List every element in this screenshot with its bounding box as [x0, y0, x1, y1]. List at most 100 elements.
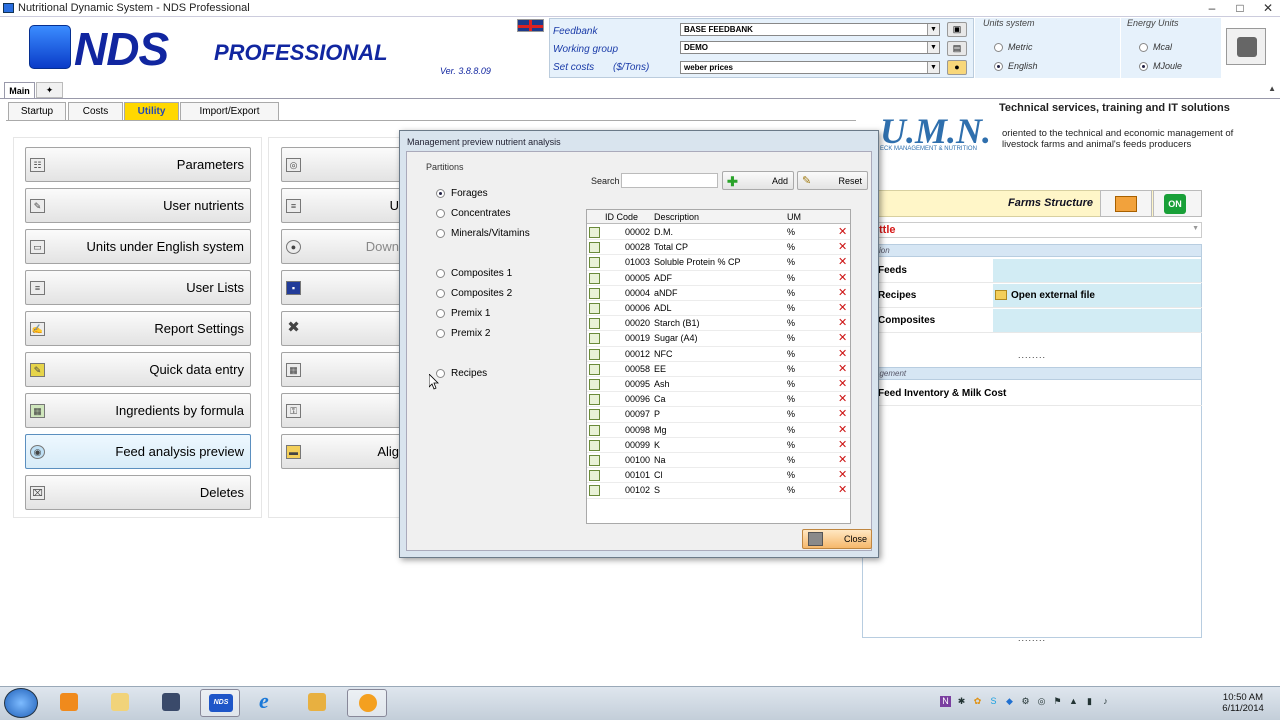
- active-app-button[interactable]: [347, 689, 387, 717]
- minimize-button[interactable]: –: [1204, 1, 1220, 15]
- feedbank-button[interactable]: ▣: [947, 22, 967, 37]
- sync-tray-icon[interactable]: ◎: [1036, 696, 1047, 707]
- set-costs-button[interactable]: ●: [947, 60, 967, 75]
- expand-dots-2[interactable]: ........: [862, 633, 1202, 643]
- edit-row-icon[interactable]: [589, 379, 600, 390]
- mid-button-2[interactable]: ≡ U: [281, 188, 406, 223]
- edit-row-icon[interactable]: [589, 485, 600, 497]
- grid-row[interactable]: 00097 P% ✕: [587, 407, 850, 423]
- search-input[interactable]: [621, 173, 718, 188]
- grid-row[interactable]: 01003 Soluble Protein % CP% ✕: [587, 255, 850, 271]
- mid-button-6[interactable]: ▦: [281, 352, 406, 387]
- mid-button-8[interactable]: ▬ Alig: [281, 434, 406, 469]
- tab-main[interactable]: Main: [4, 82, 35, 98]
- feed-inventory-row[interactable]: Feed Inventory & Milk Cost: [862, 382, 1202, 406]
- radio-composites-1[interactable]: [436, 269, 445, 278]
- grid-row[interactable]: 00100 Na% ✕: [587, 453, 850, 469]
- edit-row-icon[interactable]: [589, 272, 600, 284]
- user-lists-button[interactable]: ≡ User Lists: [25, 270, 251, 305]
- delete-row-icon[interactable]: ✕: [838, 255, 847, 268]
- mid-button-7[interactable]: ⚿: [281, 393, 406, 428]
- user-nutrients-button[interactable]: ✎ User nutrients: [25, 188, 251, 223]
- outlook-button[interactable]: [300, 689, 334, 717]
- on-button[interactable]: ON: [1153, 190, 1202, 217]
- deletes-button[interactable]: ⌧ Deletes: [25, 475, 251, 510]
- col-description[interactable]: Description: [654, 212, 699, 222]
- feeds-row[interactable]: Feeds: [862, 259, 1202, 283]
- edit-row-icon[interactable]: [589, 242, 600, 254]
- subtab-startup[interactable]: Startup: [8, 102, 66, 121]
- subtab-utility[interactable]: Utility: [124, 102, 179, 121]
- mcal-radio[interactable]: [1139, 43, 1148, 52]
- subtab-costs[interactable]: Costs: [68, 102, 123, 121]
- units-english-button[interactable]: ▭ Units under English system: [25, 229, 251, 264]
- edit-row-icon[interactable]: [589, 439, 600, 451]
- english-radio[interactable]: [994, 62, 1003, 71]
- species-select[interactable]: ttle ▼: [862, 222, 1202, 238]
- grid-row[interactable]: 00028 Total CP% ✕: [587, 240, 850, 256]
- onenote-tray-icon[interactable]: N: [940, 696, 951, 707]
- col-id-code[interactable]: ID Code: [605, 212, 638, 222]
- working-group-select[interactable]: DEMO ▼: [680, 41, 940, 54]
- grid-row[interactable]: 00096 Ca% ✕: [587, 392, 850, 408]
- metric-radio[interactable]: [994, 43, 1003, 52]
- delete-row-icon[interactable]: ✕: [838, 362, 847, 375]
- delete-row-icon[interactable]: ✕: [838, 271, 847, 284]
- edit-row-icon[interactable]: [589, 455, 600, 466]
- delete-row-icon[interactable]: ✕: [838, 468, 847, 481]
- new-tab-button[interactable]: ✦: [36, 82, 63, 98]
- grid-row[interactable]: 00102 S% ✕: [587, 483, 850, 499]
- edit-row-icon[interactable]: [589, 348, 600, 360]
- grid-row[interactable]: 00098 Mg% ✕: [587, 423, 850, 438]
- delete-row-icon[interactable]: ✕: [838, 423, 847, 436]
- delete-row-icon[interactable]: ✕: [838, 407, 847, 420]
- close-window-button[interactable]: ✕: [1260, 1, 1276, 15]
- edit-row-icon[interactable]: [589, 363, 600, 375]
- radio-concentrates[interactable]: [436, 209, 445, 218]
- grid-row[interactable]: 00002 D.M.% ✕: [587, 225, 850, 241]
- mid-button-1[interactable]: ◎: [281, 147, 406, 182]
- bluetooth-tray-icon[interactable]: ✱: [956, 696, 967, 707]
- reset-button[interactable]: ✎ Reset: [797, 171, 868, 190]
- radio-premix-1[interactable]: [436, 309, 445, 318]
- edit-row-icon[interactable]: [589, 287, 600, 299]
- recipes-row[interactable]: Recipes Open external file: [862, 284, 1202, 308]
- grid-row[interactable]: 00012 NFC% ✕: [587, 347, 850, 362]
- edit-row-icon[interactable]: [589, 470, 600, 482]
- volume-tray-icon[interactable]: ♪: [1100, 696, 1111, 707]
- open-external-file-link[interactable]: Open external file: [1011, 290, 1095, 301]
- farms-button[interactable]: [1100, 190, 1152, 217]
- grid-row[interactable]: 00058 EE% ✕: [587, 362, 850, 377]
- edit-row-icon[interactable]: [589, 394, 600, 406]
- edit-row-icon[interactable]: [589, 424, 600, 436]
- delete-row-icon[interactable]: ✕: [838, 301, 847, 314]
- delete-row-icon[interactable]: ✕: [838, 392, 847, 405]
- radio-forages[interactable]: [436, 189, 445, 198]
- grid-row[interactable]: 00020 Starch (B1)% ✕: [587, 316, 850, 332]
- delete-row-icon[interactable]: ✕: [838, 331, 847, 344]
- user-avatar[interactable]: [1226, 28, 1266, 65]
- delete-row-icon[interactable]: ✕: [838, 240, 847, 253]
- skype-tray-icon[interactable]: S: [988, 696, 999, 707]
- grid-row[interactable]: 00099 K% ✕: [587, 438, 850, 453]
- grid-row[interactable]: 00006 ADL% ✕: [587, 301, 850, 317]
- scroll-up-icon[interactable]: ▲: [1268, 84, 1276, 93]
- close-dialog-button[interactable]: Close: [802, 529, 872, 549]
- parameters-button[interactable]: ☷ Parameters: [25, 147, 251, 182]
- mid-button-5[interactable]: ✖: [281, 311, 406, 346]
- grid-row[interactable]: 00095 Ash% ✕: [587, 377, 850, 393]
- gear-tray-icon[interactable]: ⚙: [1020, 696, 1031, 707]
- explorer-button[interactable]: [103, 689, 137, 717]
- media-player-button[interactable]: [52, 689, 86, 717]
- add-button[interactable]: ✚ Add: [722, 171, 794, 190]
- quick-data-entry-button[interactable]: ✎ Quick data entry: [25, 352, 251, 387]
- delete-row-icon[interactable]: ✕: [838, 483, 847, 496]
- clock[interactable]: 10:50 AM 6/11/2014: [1212, 692, 1274, 714]
- report-settings-button[interactable]: ✍ Report Settings: [25, 311, 251, 346]
- delete-row-icon[interactable]: ✕: [838, 347, 847, 360]
- up-arrow-tray-icon[interactable]: ▲: [1068, 696, 1079, 707]
- mid-button-4[interactable]: ▪: [281, 270, 406, 305]
- edit-row-icon[interactable]: [589, 409, 600, 421]
- mid-button-3[interactable]: ● Down: [281, 229, 406, 264]
- col-um[interactable]: UM: [787, 212, 801, 222]
